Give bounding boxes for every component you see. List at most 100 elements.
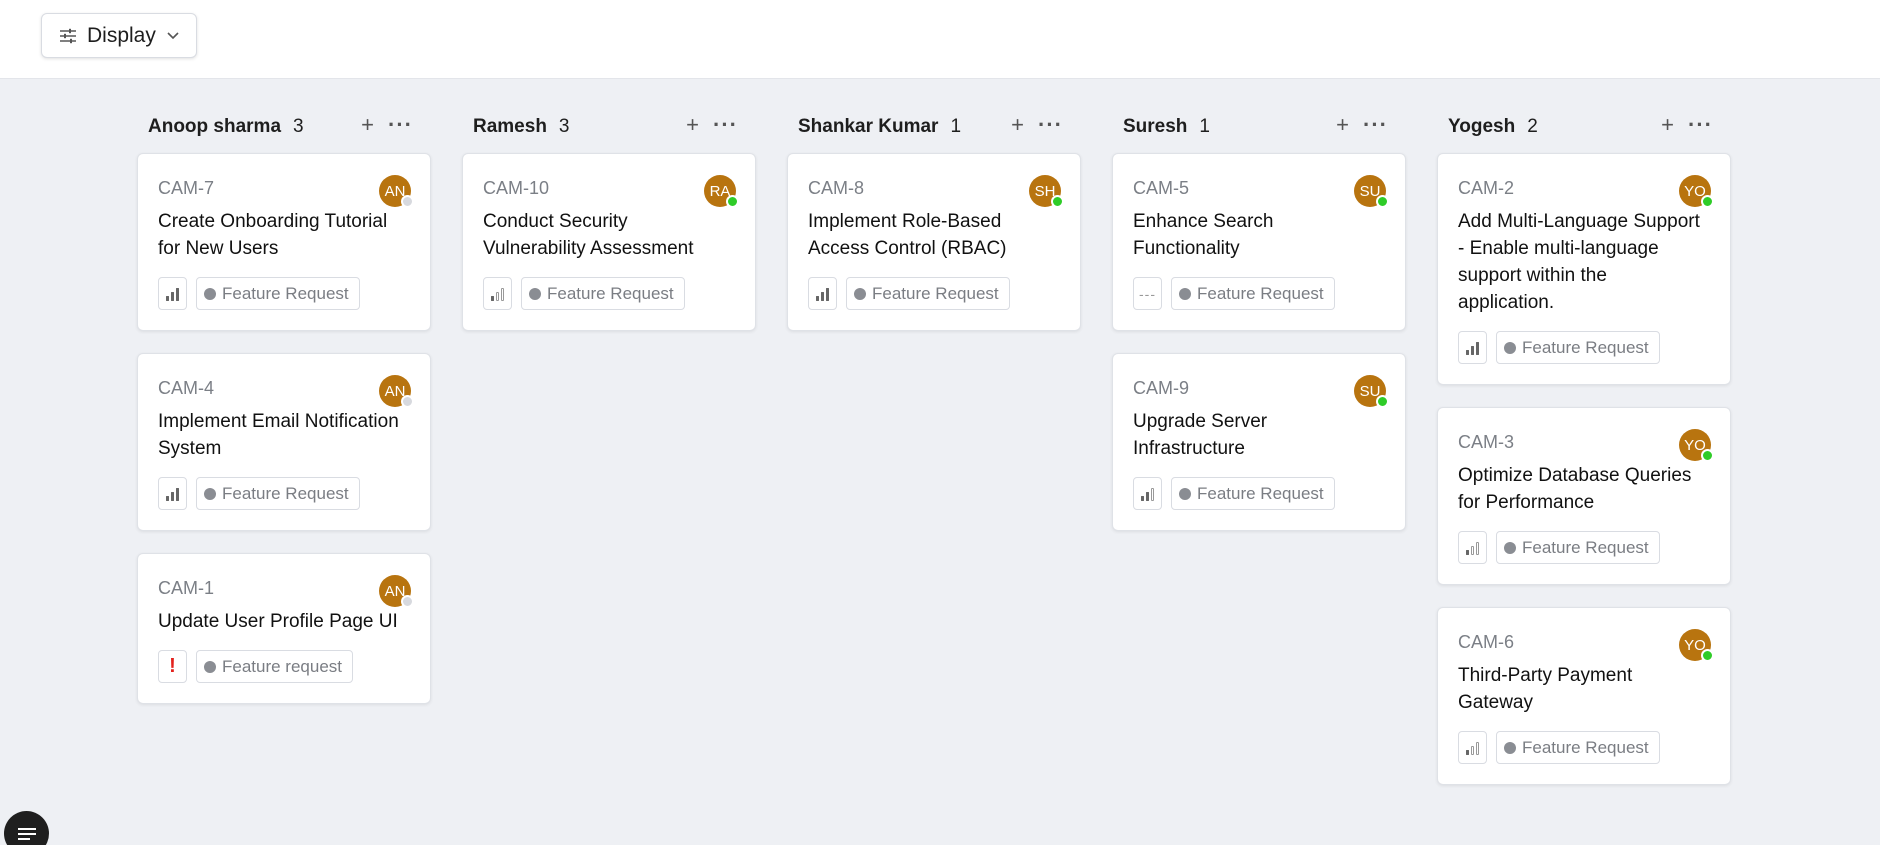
issue-id: CAM-9 xyxy=(1133,378,1190,398)
column-header: Suresh 1 + ··· xyxy=(1112,112,1406,142)
label-text: Feature Request xyxy=(1197,283,1324,303)
label-badge[interactable]: Feature Request xyxy=(1496,731,1660,764)
priority-button[interactable] xyxy=(1458,331,1487,364)
board-column: Anoop sharma 3 + ··· CAM-7 AN Create Onboardin… xyxy=(137,112,431,807)
priority-button[interactable] xyxy=(158,477,187,510)
label-badge[interactable]: Feature Request xyxy=(196,477,360,510)
issue-card[interactable]: CAM-3 YO Optimize Database Queries for Per… xyxy=(1437,407,1731,585)
column-actions: + ··· xyxy=(361,114,413,136)
issue-card[interactable]: CAM-5 SU Enhance Search Functionality --- Fe… xyxy=(1112,153,1406,331)
avatar[interactable]: AN xyxy=(379,575,414,608)
priority-button[interactable] xyxy=(158,277,187,310)
label-dot-icon xyxy=(1504,741,1516,754)
label-dot-icon xyxy=(1179,287,1191,300)
issue-card[interactable]: CAM-1 AN Update User Profile Page UI! Featu… xyxy=(137,553,431,704)
add-card-icon[interactable]: + xyxy=(1336,114,1349,136)
column-actions: + ··· xyxy=(686,114,738,136)
issue-card[interactable]: CAM-4 AN Implement Email Notification Syst… xyxy=(137,353,431,531)
add-card-icon[interactable]: + xyxy=(686,114,699,136)
board-column: Ramesh 3 + ··· CAM-10 RA Conduct Security Vuln… xyxy=(462,112,756,807)
presence-indicator xyxy=(401,195,414,208)
avatar[interactable]: YO xyxy=(1679,629,1714,662)
label-dot-icon xyxy=(529,287,541,300)
more-options-icon[interactable]: ··· xyxy=(1363,114,1388,136)
issue-card[interactable]: CAM-2 YO Add Multi-Language Support - Enab… xyxy=(1437,153,1731,385)
presence-indicator xyxy=(1701,449,1714,462)
board-column: Shankar Kumar 1 + ··· CAM-8 SH Implement Role-… xyxy=(787,112,1081,807)
low-priority-icon xyxy=(490,287,504,301)
issue-id: CAM-4 xyxy=(158,378,215,398)
priority-button[interactable]: --- xyxy=(1133,277,1162,310)
column-header: Anoop sharma 3 + ··· xyxy=(137,112,431,142)
label-badge[interactable]: Feature Request xyxy=(846,277,1010,310)
more-options-icon[interactable]: ··· xyxy=(1688,114,1713,136)
issue-card[interactable]: CAM-9 SU Upgrade Server Infrastructure Feat… xyxy=(1112,353,1406,531)
column-title: Ramesh xyxy=(473,116,547,137)
issue-id: CAM-2 xyxy=(1458,178,1515,198)
low-priority-icon xyxy=(1465,741,1479,755)
label-text: Feature Request xyxy=(1522,537,1649,557)
priority-button[interactable] xyxy=(1458,731,1487,764)
card-properties: Feature Request xyxy=(1458,331,1710,364)
label-badge[interactable]: Feature Request xyxy=(1171,477,1335,510)
more-options-icon[interactable]: ··· xyxy=(713,114,738,136)
more-options-icon[interactable]: ··· xyxy=(388,114,413,136)
issue-title: Conduct Security Vulnerability Assessmen… xyxy=(483,211,694,259)
label-badge[interactable]: Feature Request xyxy=(521,277,685,310)
column-title: Suresh xyxy=(1123,116,1188,137)
priority-button[interactable] xyxy=(1458,531,1487,564)
issue-title: Enhance Search Functionality xyxy=(1133,211,1274,259)
avatar[interactable]: SH xyxy=(1029,175,1064,208)
issue-id: CAM-3 xyxy=(1458,432,1515,452)
top-toolbar: Display xyxy=(0,0,1880,79)
issue-title: Add Multi-Language Support - Enable mult… xyxy=(1458,211,1700,313)
avatar[interactable]: SU xyxy=(1354,375,1389,408)
issue-card[interactable]: CAM-8 SH Implement Role-Based Access Contr… xyxy=(787,153,1081,331)
priority-button[interactable]: ! xyxy=(158,650,187,683)
label-badge[interactable]: Feature Request xyxy=(1496,331,1660,364)
more-options-icon[interactable]: ··· xyxy=(1038,114,1063,136)
issue-card[interactable]: CAM-10 RA Conduct Security Vulnerability A… xyxy=(462,153,756,331)
display-button[interactable]: Display xyxy=(41,13,197,58)
avatar[interactable]: YO xyxy=(1679,175,1714,208)
avatar[interactable]: RA xyxy=(704,175,739,208)
issue-id: CAM-7 xyxy=(158,178,215,198)
column-actions: + ··· xyxy=(1336,114,1388,136)
high-priority-icon xyxy=(165,287,179,301)
issue-id: CAM-8 xyxy=(808,178,865,198)
avatar[interactable]: AN xyxy=(379,375,414,408)
priority-button[interactable] xyxy=(1133,477,1162,510)
priority-button[interactable] xyxy=(483,277,512,310)
presence-indicator xyxy=(1376,195,1389,208)
no-priority-icon: --- xyxy=(1139,285,1156,302)
add-card-icon[interactable]: + xyxy=(1011,114,1024,136)
label-text: Feature Request xyxy=(1522,737,1649,757)
add-card-icon[interactable]: + xyxy=(1661,114,1674,136)
high-priority-icon xyxy=(815,287,829,301)
card-properties: Feature Request xyxy=(1458,731,1710,764)
chevron-down-icon xyxy=(167,32,179,40)
label-badge[interactable]: Feature Request xyxy=(1496,531,1660,564)
avatar[interactable]: SU xyxy=(1354,175,1389,208)
label-badge[interactable]: Feature request xyxy=(196,650,354,683)
label-badge[interactable]: Feature Request xyxy=(196,277,360,310)
sliders-icon xyxy=(60,28,76,43)
label-badge[interactable]: Feature Request xyxy=(1171,277,1335,310)
avatar[interactable]: AN xyxy=(379,175,414,208)
add-card-icon[interactable]: + xyxy=(361,114,374,136)
issue-card[interactable]: CAM-7 AN Create Onboarding Tutorial for Ne… xyxy=(137,153,431,331)
issue-card[interactable]: CAM-6 YO Third-Party Payment Gateway Featur… xyxy=(1437,607,1731,785)
label-dot-icon xyxy=(854,287,866,300)
floating-menu-button[interactable] xyxy=(4,811,49,845)
card-properties: Feature Request xyxy=(158,277,410,310)
column-title: Shankar Kumar xyxy=(798,116,939,137)
card-properties: Feature Request xyxy=(1458,531,1710,564)
priority-button[interactable] xyxy=(808,277,837,310)
column-title: Yogesh xyxy=(1448,116,1516,137)
label-text: Feature Request xyxy=(872,283,999,303)
issue-title: Implement Email Notification System xyxy=(158,411,399,459)
issue-title: Implement Role-Based Access Control (RBA… xyxy=(808,211,1007,259)
avatar[interactable]: YO xyxy=(1679,429,1714,462)
issue-id: CAM-10 xyxy=(483,178,550,198)
card-properties: ! Feature request xyxy=(158,650,410,683)
